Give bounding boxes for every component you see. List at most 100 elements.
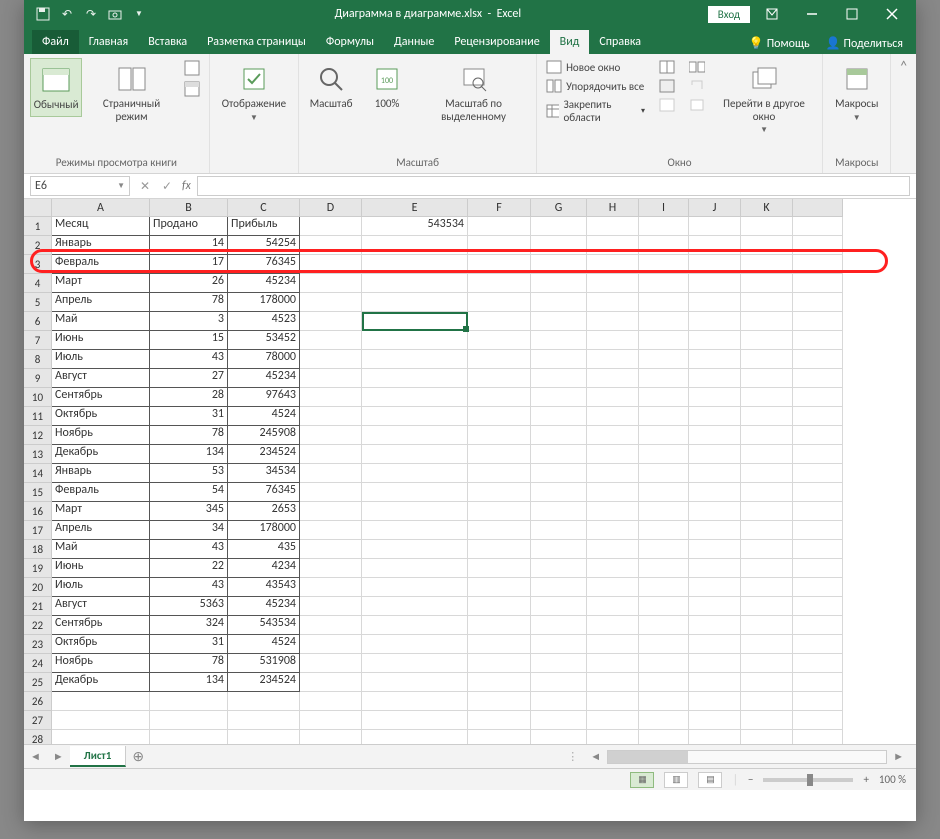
custom-views-button[interactable] (181, 79, 203, 99)
cell[interactable] (531, 369, 587, 388)
cell[interactable] (587, 635, 639, 654)
cell[interactable]: 245908 (228, 426, 300, 445)
cell[interactable] (150, 730, 228, 744)
cell[interactable] (468, 426, 531, 445)
cell[interactable] (689, 426, 741, 445)
save-icon[interactable] (34, 5, 52, 23)
cell[interactable] (793, 464, 843, 483)
row-header[interactable]: 11 (24, 407, 52, 426)
cell[interactable] (587, 407, 639, 426)
cell[interactable] (468, 502, 531, 521)
sheet-tab[interactable]: Лист1 (70, 746, 127, 767)
cell[interactable] (793, 540, 843, 559)
cell[interactable]: Ноябрь (52, 654, 150, 673)
view-side-button[interactable] (686, 58, 708, 76)
tab-data[interactable]: Данные (384, 30, 444, 54)
cell[interactable] (300, 331, 362, 350)
cell[interactable] (587, 236, 639, 255)
cell[interactable] (793, 293, 843, 312)
fx-label[interactable]: fx (182, 179, 191, 193)
cell[interactable] (300, 540, 362, 559)
cell[interactable] (468, 521, 531, 540)
cell[interactable] (362, 312, 468, 331)
cell[interactable] (793, 407, 843, 426)
formula-bar[interactable] (197, 176, 910, 196)
zoom-100-button[interactable]: 100 100% (361, 58, 413, 115)
cell[interactable] (362, 654, 468, 673)
cell[interactable] (362, 692, 468, 711)
cell[interactable]: 78000 (228, 350, 300, 369)
cell[interactable] (468, 692, 531, 711)
cell[interactable]: 435 (228, 540, 300, 559)
tab-review[interactable]: Рецензирование (444, 30, 549, 54)
cell[interactable] (468, 616, 531, 635)
cell[interactable] (741, 578, 793, 597)
cell[interactable] (587, 673, 639, 692)
cell[interactable] (300, 730, 362, 744)
cell[interactable]: 34534 (228, 464, 300, 483)
cell[interactable] (300, 255, 362, 274)
cell[interactable]: 345 (150, 502, 228, 521)
cell[interactable] (468, 388, 531, 407)
cell[interactable] (689, 464, 741, 483)
switch-windows-button[interactable]: Перейти в другое окно ▼ (712, 58, 816, 139)
cell[interactable]: Июль (52, 578, 150, 597)
cell[interactable] (741, 635, 793, 654)
cell[interactable] (639, 331, 689, 350)
cell[interactable] (639, 673, 689, 692)
cell[interactable]: Продано (150, 217, 228, 236)
cell[interactable] (587, 597, 639, 616)
cell[interactable] (300, 236, 362, 255)
collapse-ribbon-icon[interactable]: ˄ (891, 54, 916, 173)
col-header[interactable]: A (52, 199, 150, 217)
row-header[interactable]: 2 (24, 236, 52, 255)
cell[interactable] (793, 521, 843, 540)
camera-icon[interactable] (106, 5, 124, 23)
cell[interactable]: Прибыль (228, 217, 300, 236)
cell[interactable] (793, 331, 843, 350)
cell[interactable] (639, 293, 689, 312)
cell[interactable] (639, 350, 689, 369)
cell[interactable] (300, 673, 362, 692)
cell[interactable] (741, 312, 793, 331)
file-tab[interactable]: Файл (32, 30, 79, 54)
cell[interactable]: 31 (150, 407, 228, 426)
cell[interactable] (228, 730, 300, 744)
cell[interactable] (689, 445, 741, 464)
cell[interactable]: Декабрь (52, 673, 150, 692)
cell[interactable] (468, 654, 531, 673)
cell[interactable] (639, 635, 689, 654)
reset-pos-button[interactable] (686, 96, 708, 114)
cell[interactable] (468, 635, 531, 654)
cell[interactable] (362, 616, 468, 635)
col-header[interactable]: B (150, 199, 228, 217)
cell[interactable]: 4524 (228, 635, 300, 654)
cell[interactable] (689, 255, 741, 274)
cell[interactable] (300, 407, 362, 426)
row-header[interactable]: 24 (24, 654, 52, 673)
cell[interactable] (587, 255, 639, 274)
cell[interactable]: Ноябрь (52, 426, 150, 445)
signin-button[interactable]: Вход (708, 6, 750, 23)
name-box[interactable]: E6▼ (30, 176, 130, 196)
cell[interactable] (793, 635, 843, 654)
normal-view-statusbtn[interactable]: ▦ (630, 772, 654, 788)
cell[interactable] (468, 255, 531, 274)
col-header[interactable]: D (300, 199, 362, 217)
cell[interactable] (741, 654, 793, 673)
cell[interactable] (741, 331, 793, 350)
cell[interactable]: 78 (150, 654, 228, 673)
cell[interactable] (793, 502, 843, 521)
cell[interactable]: 324 (150, 616, 228, 635)
close-icon[interactable] (874, 0, 910, 28)
cell[interactable] (587, 616, 639, 635)
sync-scroll-button[interactable] (686, 77, 708, 95)
cell[interactable] (300, 578, 362, 597)
cell[interactable] (793, 369, 843, 388)
cell[interactable]: 53452 (228, 331, 300, 350)
cell[interactable] (639, 730, 689, 744)
cell[interactable] (793, 654, 843, 673)
cell[interactable] (300, 559, 362, 578)
cell[interactable] (300, 597, 362, 616)
cell[interactable]: 27 (150, 369, 228, 388)
